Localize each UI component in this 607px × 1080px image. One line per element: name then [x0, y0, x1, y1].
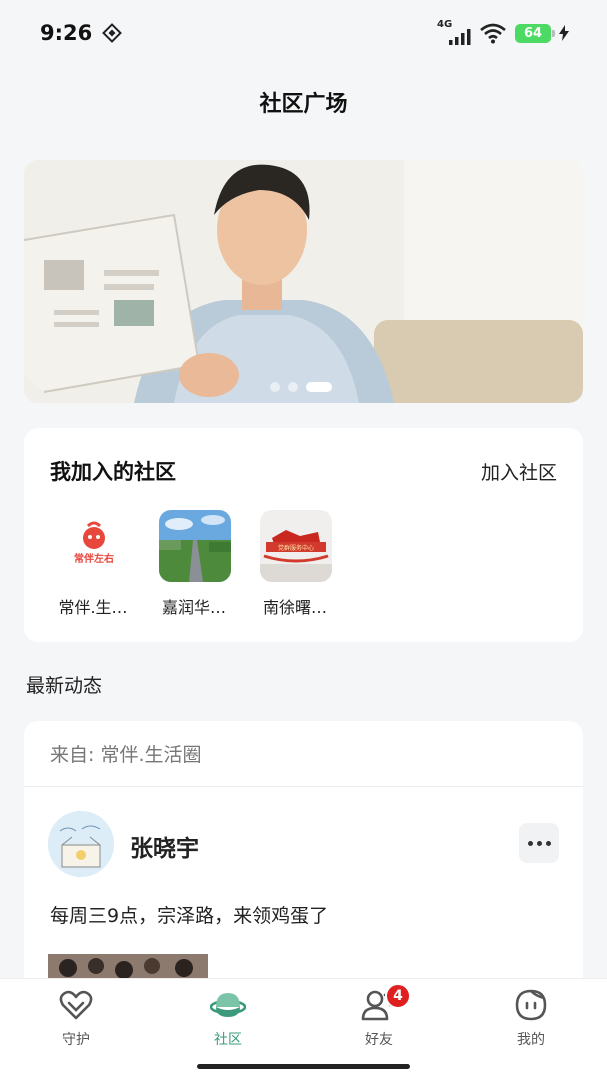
status-time: 9:26 — [40, 21, 93, 45]
app-notification-icon — [102, 23, 123, 43]
more-dot — [545, 840, 551, 846]
my-communities-card: 我加入的社区 加入社区 常伴左右 常伴.生… 嘉润华… 党群服务中心 南徐曙… — [24, 428, 583, 642]
carousel-dot[interactable] — [288, 382, 298, 392]
friends-icon: 4 — [329, 983, 429, 1023]
community-sign-text: 党群服务中心 — [278, 544, 314, 552]
page-title: 社区广场 — [259, 92, 348, 117]
carousel-dot-active[interactable] — [306, 382, 332, 392]
more-dot — [536, 840, 542, 846]
carousel-indicator — [270, 382, 332, 392]
face-icon — [481, 987, 581, 1023]
post-text: 每周三9点，宗泽路，来领鸡蛋了 — [50, 905, 329, 927]
carousel-dot[interactable] — [270, 382, 280, 392]
post-source[interactable]: 来自: 常伴.生活圈 — [24, 721, 583, 787]
charging-icon — [559, 25, 569, 41]
community-logo-text: 常伴左右 — [74, 552, 114, 565]
community-logo: 常伴左右 — [58, 510, 130, 582]
latest-feed-label: 最新动态 — [26, 675, 103, 697]
community-name: 嘉润华… — [161, 598, 226, 617]
community-item[interactable]: 常伴左右 常伴.生… — [48, 510, 138, 618]
tab-guard[interactable]: 守护 — [26, 987, 126, 1049]
tab-mine[interactable]: 我的 — [481, 987, 581, 1049]
more-dot — [527, 840, 533, 846]
wifi-icon — [480, 23, 506, 44]
tab-label: 守护 — [62, 1032, 90, 1048]
heart-shield-icon — [26, 987, 126, 1023]
my-communities-title: 我加入的社区 — [50, 460, 176, 484]
planet-icon — [178, 987, 278, 1023]
battery-level: 64 — [523, 25, 543, 41]
post-card[interactable]: 来自: 常伴.生活圈 张晓宇 每周三9点，宗泽路，来领鸡蛋了 — [24, 721, 583, 1021]
tab-community[interactable]: 社区 — [178, 987, 278, 1049]
tab-label: 社区 — [214, 1032, 242, 1048]
community-photo — [159, 510, 231, 582]
status-icons: 4G 64 — [437, 19, 569, 45]
tab-label: 我的 — [517, 1032, 545, 1048]
community-name: 南徐曙… — [262, 598, 327, 617]
status-time-group: 9:26 — [40, 21, 123, 45]
status-bar: 9:26 4G 64 — [0, 0, 607, 66]
post-author[interactable]: 张晓宇 — [130, 829, 199, 863]
friends-badge: 4 — [385, 983, 411, 1009]
more-options-button[interactable] — [519, 823, 559, 863]
home-indicator[interactable] — [197, 1064, 410, 1069]
avatar[interactable] — [48, 811, 114, 877]
banner-image — [24, 160, 583, 403]
community-name: 常伴.生… — [58, 598, 128, 617]
community-item[interactable]: 党群服务中心 南徐曙… — [250, 510, 340, 618]
community-item[interactable]: 嘉润华… — [149, 510, 239, 618]
community-photo: 党群服务中心 — [260, 510, 332, 582]
tab-label: 好友 — [365, 1032, 393, 1048]
join-community-link[interactable]: 加入社区 — [481, 458, 557, 485]
banner-carousel[interactable] — [24, 160, 583, 403]
battery-icon: 64 — [515, 23, 555, 43]
cell-signal-icon: 4G — [437, 19, 471, 45]
tab-friends[interactable]: 4 好友 — [329, 983, 429, 1049]
